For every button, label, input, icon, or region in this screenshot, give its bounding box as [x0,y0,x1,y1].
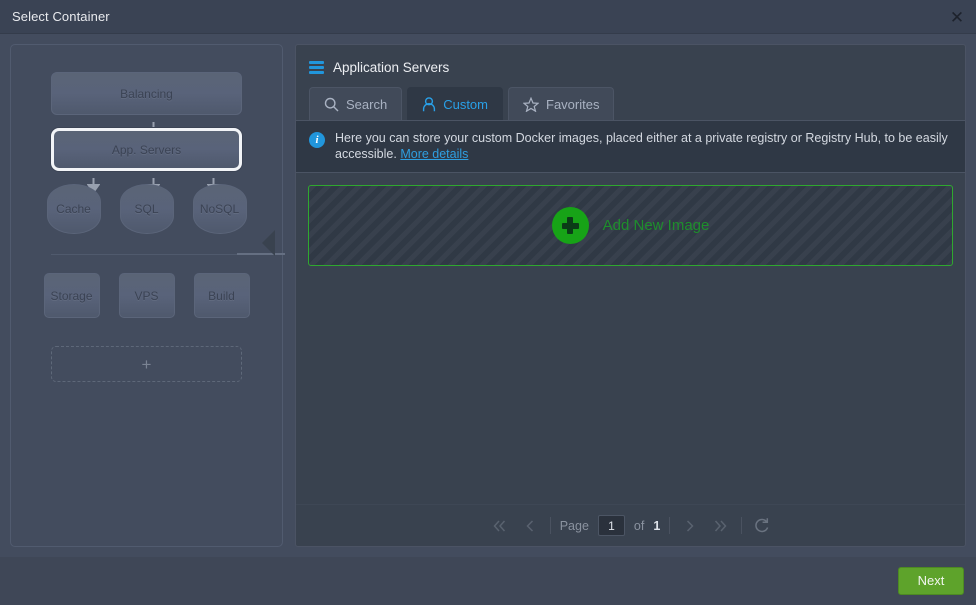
tab-bar: Search Custom Favorites [296,79,965,120]
topology-node-storage-label: Storage [50,288,93,303]
topology-node-vps[interactable]: VPS [118,273,175,318]
plus-circle-icon [551,207,589,244]
info-banner-text: Here you can store your custom Docker im… [335,130,950,162]
pager-divider [741,517,743,534]
refresh-icon[interactable] [751,515,773,537]
next-button[interactable]: Next [898,566,964,595]
topology-row-extra: Storage VPS Build [11,273,282,318]
chevron-left-icon[interactable] [519,515,541,537]
pager-total-pages: 1 [653,518,661,533]
page-number-input[interactable] [597,515,625,536]
layers-icon [309,61,324,74]
content-panel: Application Servers Search Custom Favori… [295,44,966,547]
plus-icon: + [141,354,152,374]
topology-node-nosql[interactable]: NoSQL [192,184,247,234]
topology-row-balancing: Balancing [11,72,282,115]
topology-row-datastores: Cache SQL NoSQL [11,184,282,234]
topology-node-balancing-label: Balancing [120,86,173,101]
double-chevron-right-icon[interactable] [710,515,732,537]
tab-favorites[interactable]: Favorites [508,87,615,120]
close-icon[interactable]: ✕ [944,4,970,30]
pager-divider [549,517,551,534]
chevron-right-icon[interactable] [679,515,701,537]
topology-divider [51,254,242,255]
topology-node-app-servers[interactable]: App. Servers [51,128,242,171]
tab-custom[interactable]: Custom [407,87,503,120]
topology-node-app-servers-label: App. Servers [111,142,182,157]
pager-page-label: Page [559,518,589,533]
topology-node-build[interactable]: Build [193,273,250,318]
topology-connector-arrow [262,230,275,256]
topology-node-storage[interactable]: Storage [43,273,100,318]
add-node-button[interactable]: + [51,346,242,382]
double-chevron-left-icon[interactable] [488,515,510,537]
info-icon: i [309,132,325,148]
tab-search-label: Search [346,96,388,112]
star-icon [523,96,539,112]
tab-search[interactable]: Search [309,87,403,120]
content-header: Application Servers [296,45,965,79]
add-new-image-label: Add New Image [602,217,710,234]
tab-favorites-label: Favorites [546,96,600,112]
images-area: Add New Image [296,173,965,504]
dialog-title: Select Container [12,9,110,24]
info-banner: i Here you can store your custom Docker … [296,120,965,173]
dialog-body: Balancing App. Servers Cache SQL NoSQL S… [0,34,976,557]
topology-node-balancing[interactable]: Balancing [51,72,242,115]
pager-of-label: of [633,518,645,533]
topology-node-build-label: Build [208,288,235,303]
select-container-dialog: Select Container ✕ Balancing App. Server… [0,0,976,605]
tab-custom-label: Custom [443,96,488,112]
topology-connector-line [237,253,285,255]
pagination-bar: Page of 1 [296,504,965,546]
topology-node-nosql-label: NoSQL [199,202,240,216]
topology-panel: Balancing App. Servers Cache SQL NoSQL S… [10,44,285,547]
topology-node-sql[interactable]: SQL [119,184,174,234]
title-bar: Select Container ✕ [0,0,976,34]
pager-divider [669,517,671,534]
user-icon [422,96,436,112]
topology-node-vps-label: VPS [134,288,159,303]
add-new-image-button[interactable]: Add New Image [308,185,953,266]
topology-node-cache-label: Cache [56,202,91,216]
search-icon [324,97,339,112]
more-details-link[interactable]: More details [400,147,468,161]
topology-node-sql-label: SQL [134,202,159,216]
topology-row-app-servers: App. Servers [11,128,282,171]
dialog-footer: Next [0,557,976,604]
content-title: Application Servers [333,60,450,75]
topology-node-cache[interactable]: Cache [46,184,101,234]
